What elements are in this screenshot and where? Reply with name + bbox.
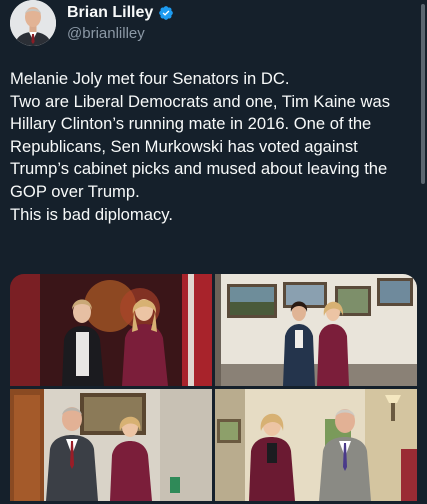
display-name-row: Brian Lilley [67, 2, 174, 24]
photo-3[interactable] [10, 389, 212, 501]
scrollbar[interactable] [421, 4, 425, 184]
photo-2[interactable] [215, 274, 417, 386]
tweet-text: Melanie Joly met four Senators in DC. Tw… [10, 69, 390, 224]
avatar[interactable] [10, 0, 56, 46]
media-grid[interactable] [10, 274, 417, 504]
photo-4[interactable] [215, 389, 417, 501]
display-name[interactable]: Brian Lilley [67, 4, 153, 22]
verified-badge-icon [158, 5, 174, 21]
author-handle[interactable]: @brianlilley [67, 25, 174, 42]
tweet-header: Brian Lilley @brianlilley [0, 0, 427, 60]
avatar-image [10, 0, 56, 46]
photo-1[interactable] [10, 274, 212, 386]
author-info: Brian Lilley @brianlilley [67, 2, 174, 42]
